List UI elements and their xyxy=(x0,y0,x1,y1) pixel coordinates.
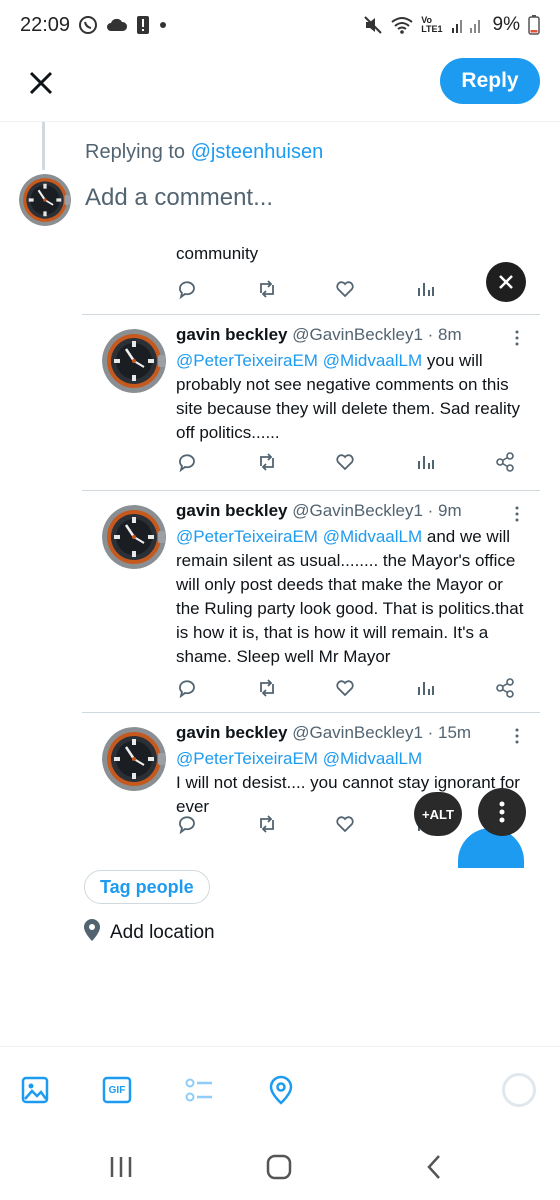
tweet-card: gavin beckley @GavinBeckley1 · 15m @Pete… xyxy=(82,712,540,846)
tweet-mentions: @PeterTeixeiraEM @MidvaalLM xyxy=(176,749,423,768)
tweet-mentions: @PeterTeixeiraEM @MidvaalLM xyxy=(176,527,423,546)
tweet-actions xyxy=(176,813,516,841)
tag-people-button[interactable]: Tag people xyxy=(84,870,210,904)
retweet-icon xyxy=(256,451,280,475)
char-counter xyxy=(502,1073,536,1107)
add-location-button[interactable]: Add location xyxy=(82,918,215,948)
tweet-body: @PeterTeixeiraEM @MidvaalLM you will pro… xyxy=(176,349,526,445)
home-icon[interactable] xyxy=(264,1154,296,1182)
reply-icon xyxy=(176,677,200,701)
like-icon xyxy=(334,451,358,475)
alt-text-button[interactable]: +ALT xyxy=(414,792,462,836)
compose-toolbar: GIF xyxy=(0,1046,560,1136)
whatsapp-icon xyxy=(78,15,98,35)
wifi-icon xyxy=(391,16,413,34)
location-pin-icon xyxy=(82,918,102,948)
views-icon xyxy=(414,278,438,302)
more-icon xyxy=(514,727,520,745)
tweet-body: @PeterTeixeiraEM @MidvaalLM I will not de… xyxy=(176,747,526,819)
retweet-icon xyxy=(256,813,280,837)
gif-label: GIF xyxy=(108,1084,126,1096)
views-icon xyxy=(414,451,438,475)
replying-to: Replying to @jsteenhuisen xyxy=(85,141,323,164)
avatar xyxy=(19,174,71,226)
tweet-mentions: @PeterTeixeiraEM @MidvaalLM xyxy=(176,351,423,370)
add-location-label: Add location xyxy=(110,922,215,943)
tweet-body: @PeterTeixeiraEM @MidvaalLM and we will … xyxy=(176,525,526,669)
poll-icon[interactable] xyxy=(184,1075,216,1107)
back-icon[interactable] xyxy=(420,1154,452,1182)
tweet-header: gavin beckley @GavinBeckley1 · 9m xyxy=(176,501,462,521)
reply-button[interactable]: Reply xyxy=(440,58,540,104)
avatar xyxy=(102,505,166,569)
reply-icon xyxy=(176,451,200,475)
avatar xyxy=(102,329,166,393)
more-icon xyxy=(514,329,520,347)
share-icon xyxy=(494,451,518,475)
like-icon xyxy=(334,278,358,302)
close-icon xyxy=(499,275,513,289)
replying-handle[interactable]: @jsteenhuisen xyxy=(191,141,324,163)
recent-apps-icon[interactable] xyxy=(106,1154,138,1182)
gif-icon[interactable]: GIF xyxy=(102,1075,134,1107)
dot-icon xyxy=(158,20,168,30)
image-icon[interactable] xyxy=(20,1075,52,1107)
tweet-actions xyxy=(176,677,516,705)
retweet-icon xyxy=(256,677,280,701)
author-name: gavin beckley xyxy=(176,325,288,344)
tweet-actions xyxy=(176,451,516,479)
status-bar: 22:09 Vo LTE1 9% xyxy=(0,0,560,50)
attached-image: community gavin beckley @GavinBeckley1 ·… xyxy=(78,232,540,846)
reply-icon xyxy=(176,278,200,302)
more-icon xyxy=(514,505,520,523)
tweet-text: I will not desist.... you cannot stay ig… xyxy=(176,773,520,816)
location-icon[interactable] xyxy=(266,1075,298,1107)
views-icon xyxy=(414,677,438,701)
author-meta: @GavinBeckley1 · 8m xyxy=(292,325,462,344)
more-options-button[interactable] xyxy=(478,788,526,836)
share-icon xyxy=(494,677,518,701)
network-label: Vo LTE1 xyxy=(421,15,443,34)
mute-icon xyxy=(363,15,383,35)
reply-icon xyxy=(176,813,200,837)
author-meta: @GavinBeckley1 · 9m xyxy=(292,501,462,520)
signal-icon xyxy=(451,16,485,34)
status-time: 22:09 xyxy=(20,13,71,36)
like-icon xyxy=(334,677,358,701)
avatar xyxy=(102,727,166,791)
retweet-icon xyxy=(256,278,280,302)
top-fragment-text: community xyxy=(176,244,259,263)
tweet-card: gavin beckley @GavinBeckley1 · 8m @Peter… xyxy=(82,314,540,490)
tweet-text: and we will remain silent as usual......… xyxy=(176,527,524,666)
android-nav-bar xyxy=(0,1136,560,1200)
tweet-actions xyxy=(176,278,536,306)
tweet-header: gavin beckley @GavinBeckley1 · 15m xyxy=(176,723,471,743)
battery-percent: 9% xyxy=(492,14,520,35)
author-name: gavin beckley xyxy=(176,723,288,742)
tweet-card: gavin beckley @GavinBeckley1 · 9m @Peter… xyxy=(82,490,540,712)
more-vertical-icon xyxy=(499,801,505,823)
cloud-icon xyxy=(106,17,128,33)
battery-icon xyxy=(528,15,540,35)
author-meta: @GavinBeckley1 · 15m xyxy=(292,723,472,742)
thread-line xyxy=(42,122,45,170)
compose-header: Reply xyxy=(0,50,560,122)
remove-image-button[interactable] xyxy=(486,262,526,302)
replying-prefix: Replying to xyxy=(85,141,191,163)
like-icon xyxy=(334,813,358,837)
tweet-header: gavin beckley @GavinBeckley1 · 8m xyxy=(176,325,462,345)
alert-icon xyxy=(136,15,150,35)
author-name: gavin beckley xyxy=(176,501,288,520)
close-icon[interactable] xyxy=(24,66,58,100)
comment-input[interactable]: Add a comment... xyxy=(85,184,273,212)
